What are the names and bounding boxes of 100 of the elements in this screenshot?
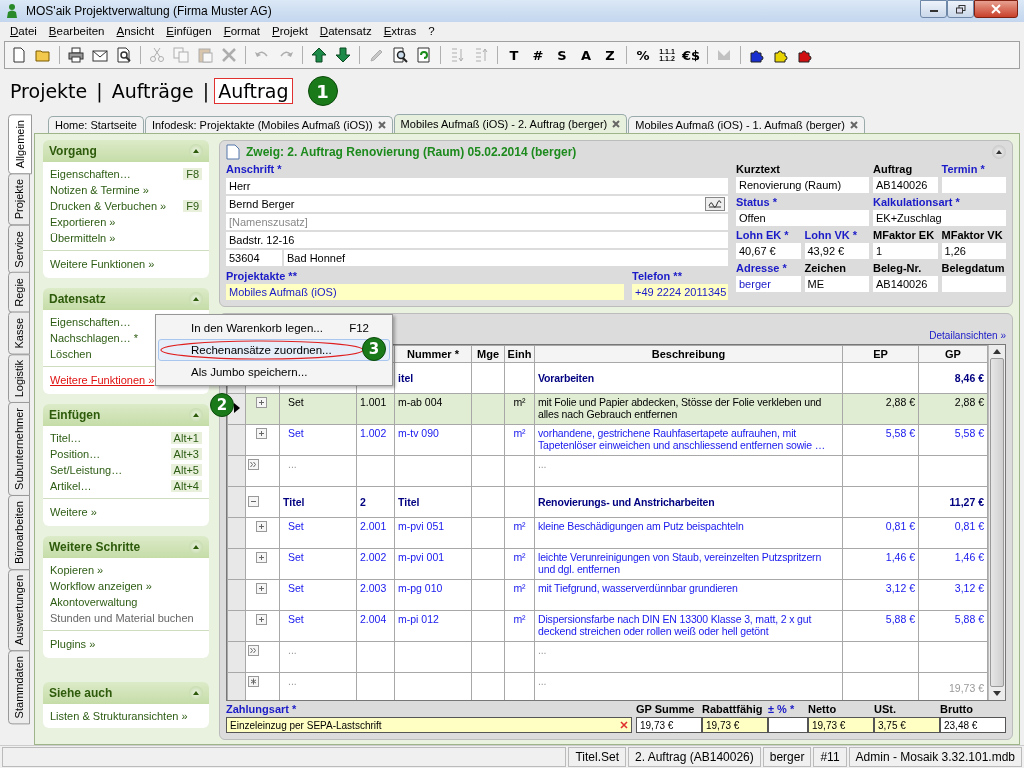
side-tab[interactable]: Allgemein <box>8 114 32 175</box>
menu-item[interactable]: Projekt <box>266 25 314 37</box>
details-link[interactable]: Detailansichten » <box>929 330 1006 344</box>
signature-button[interactable] <box>705 197 725 211</box>
menu-item[interactable]: Als Jumbo speichern... <box>158 361 390 383</box>
scrollbar-thumb[interactable] <box>990 358 1004 687</box>
collapse-button[interactable] <box>189 144 203 158</box>
format-button[interactable]: €$ <box>680 44 702 66</box>
breadcrumb-link[interactable]: Aufträge <box>107 78 198 104</box>
column-header[interactable]: Einh <box>504 345 535 363</box>
sidebar-link[interactable]: Eigenschaften… <box>50 316 131 328</box>
sidebar-link[interactable]: Nachschlagen… * <box>50 332 139 344</box>
menu-item[interactable]: In den Warenkorb legen... F12 <box>158 317 390 339</box>
document-tab[interactable]: Mobiles Aufmaß (iOS) - 1. Aufmaß (berger) <box>628 116 865 133</box>
menu-item[interactable]: Einfügen <box>160 25 218 37</box>
format-button[interactable]: T <box>503 44 525 66</box>
text-field[interactable]: Bad Honnef <box>284 250 728 266</box>
minimize-button[interactable] <box>920 0 947 18</box>
side-tab[interactable]: Projekte <box>8 173 30 226</box>
document-tab[interactable]: Mobiles Aufmaß (iOS) - 2. Auftrag (berger) <box>393 114 628 133</box>
format-button[interactable]: S <box>551 44 573 66</box>
column-header[interactable]: Mge <box>471 345 505 363</box>
sidebar-link[interactable]: Titel… <box>50 432 82 444</box>
sidebar-link[interactable]: Drucken & Verbuchen » <box>50 200 167 212</box>
side-tab[interactable]: Logistik <box>8 353 30 403</box>
side-tab[interactable]: Regie <box>8 272 30 314</box>
sidebar-link[interactable]: Set/Leistung… <box>50 464 123 476</box>
side-tab[interactable]: Kasse <box>8 312 30 355</box>
payment-field[interactable]: Einzeleinzug per SEPA-Lastschrift <box>226 717 632 733</box>
sidebar-link[interactable]: Workflow anzeigen » <box>50 580 152 592</box>
menu-item[interactable]: Ansicht <box>110 25 161 37</box>
sidebar-link[interactable]: Position… <box>50 448 101 460</box>
collapse-button[interactable] <box>189 408 203 422</box>
sidebar-link[interactable]: Weitere Funktionen » <box>50 258 155 270</box>
menu-item[interactable]: Datensatz <box>313 25 378 37</box>
text-field[interactable]: [Namenszusatz] <box>226 214 728 230</box>
text-field[interactable]: AB140026 <box>873 177 938 193</box>
menu-item[interactable]: Extras <box>377 25 423 37</box>
sidebar-link[interactable]: Artikel… <box>50 480 92 492</box>
sidebar-link[interactable]: Eigenschaften… <box>50 168 131 180</box>
maximize-button[interactable] <box>947 0 974 18</box>
text-field[interactable]: +49 2224 2011345 <box>632 284 728 300</box>
text-field[interactable]: 23,48 € <box>940 717 1006 733</box>
text-field[interactable]: 19,73 € <box>702 717 768 733</box>
text-field[interactable]: Badstr. 12-16 <box>226 232 728 248</box>
text-field[interactable]: Renovierung (Raum) <box>736 177 869 193</box>
breadcrumb-link[interactable]: Projekte <box>6 78 92 104</box>
sidebar-link[interactable]: Exportieren » <box>50 216 116 228</box>
side-tab[interactable]: Service <box>8 224 30 274</box>
menu-item[interactable]: Bearbeiten <box>42 25 111 37</box>
text-field[interactable]: berger <box>736 276 801 292</box>
column-header[interactable]: EP <box>842 345 919 363</box>
text-field[interactable]: Offen <box>736 210 869 226</box>
text-field[interactable]: 19,73 € <box>808 717 874 733</box>
format-button[interactable]: % <box>632 44 654 66</box>
close-button[interactable] <box>974 0 1018 18</box>
sidebar-link[interactable]: Löschen <box>50 348 92 360</box>
menu-item[interactable]: ? <box>422 25 441 37</box>
sidebar-link[interactable]: Notizen & Termine » <box>50 184 149 196</box>
column-header[interactable]: Nummer * <box>394 345 472 363</box>
scrollbar[interactable] <box>988 345 1005 700</box>
text-field[interactable]: 3,75 € <box>874 717 940 733</box>
print-button[interactable] <box>65 44 87 66</box>
document-tab[interactable]: Home: Startseite <box>48 116 144 133</box>
text-field[interactable]: Bernd Berger <box>226 196 728 212</box>
column-header[interactable]: GP <box>918 345 988 363</box>
side-tab[interactable]: Subunternehmer <box>8 402 30 496</box>
format-button[interactable]: Z <box>599 44 621 66</box>
format-button[interactable]: # <box>527 44 549 66</box>
side-tab[interactable]: Auswertungen <box>8 568 30 652</box>
collapse-button[interactable] <box>189 686 203 700</box>
text-field[interactable]: 53604 <box>226 250 282 266</box>
column-header[interactable]: Beschreibung <box>534 345 843 363</box>
sidebar-link[interactable]: Akontoverwaltung <box>50 596 138 608</box>
menu-item[interactable]: Datei <box>4 25 43 37</box>
text-field[interactable]: 19,73 € <box>636 717 702 733</box>
sidebar-link[interactable]: Listen & Strukturansichten » <box>50 710 188 722</box>
text-field[interactable]: 43,92 € <box>804 243 869 259</box>
text-field[interactable]: Herr <box>226 178 728 194</box>
text-field[interactable]: EK+Zuschlag <box>873 210 1006 226</box>
text-field[interactable]: 1 <box>873 243 938 259</box>
sidebar-link[interactable]: Weitere Funktionen » <box>50 374 155 386</box>
sidebar-link[interactable]: Plugins » <box>50 638 96 650</box>
text-field[interactable] <box>941 276 1006 292</box>
text-field[interactable] <box>941 177 1006 193</box>
sidebar-link[interactable]: Übermitteln » <box>50 232 116 244</box>
breadcrumb-link[interactable]: Auftrag <box>214 78 293 104</box>
text-field[interactable]: 40,67 € <box>736 243 801 259</box>
collapse-button[interactable] <box>992 145 1006 159</box>
document-tab[interactable]: Infodesk: Projektakte (Mobiles Aufmaß (iOS)) <box>144 116 393 133</box>
sidebar-link[interactable]: Weitere » <box>50 506 97 518</box>
sidebar-link[interactable]: Stunden und Material buchen <box>50 612 194 624</box>
text-field[interactable] <box>768 717 808 733</box>
text-field[interactable]: 1,26 <box>941 243 1006 259</box>
text-field[interactable]: AB140026 <box>873 276 938 292</box>
text-field[interactable]: ME <box>804 276 869 292</box>
side-tab[interactable]: Stammdaten <box>8 650 30 725</box>
menu-item[interactable]: Format <box>217 25 267 37</box>
format-button[interactable]: A <box>575 44 597 66</box>
side-tab[interactable]: Büroarbeiten <box>8 494 30 570</box>
